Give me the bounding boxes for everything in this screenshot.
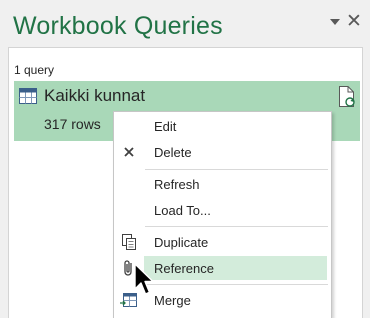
menu-item-refresh[interactable]: Refresh: [113, 171, 330, 197]
close-button[interactable]: ✕: [345, 12, 363, 32]
menu-item-label: Reference: [154, 261, 214, 276]
triangle-down-icon[interactable]: [328, 16, 342, 28]
menu-item-duplicate[interactable]: Duplicate: [113, 229, 330, 255]
copy-icon: [119, 232, 139, 252]
menu-separator: [145, 226, 328, 227]
pane-header: Workbook Queries ✕: [0, 0, 370, 46]
menu-item-label: Edit: [154, 119, 177, 134]
menu-item-label: Delete: [154, 145, 192, 160]
menu-item-label: Refresh: [154, 177, 200, 192]
menu-separator: [145, 169, 328, 170]
menu-separator: [145, 284, 328, 285]
menu-item-label: Merge: [154, 293, 191, 308]
pane-title: Workbook Queries: [13, 12, 223, 40]
menu-item-label: Load To...: [154, 203, 211, 218]
menu-item-label: Duplicate: [154, 235, 209, 250]
query-count: 1 query: [14, 63, 55, 77]
menu-item-edit[interactable]: Edit: [113, 113, 330, 139]
menu-item-delete[interactable]: Delete: [113, 139, 330, 165]
x-icon: [119, 142, 139, 162]
mouse-pointer-icon: [134, 263, 156, 302]
refresh-document-icon[interactable]: [338, 86, 356, 113]
query-row-count: 317 rows: [44, 116, 101, 132]
query-name: Kaikki kunnat: [44, 86, 146, 105]
menu-item-load-to[interactable]: Load To...: [113, 197, 330, 223]
table-icon: [19, 88, 37, 109]
